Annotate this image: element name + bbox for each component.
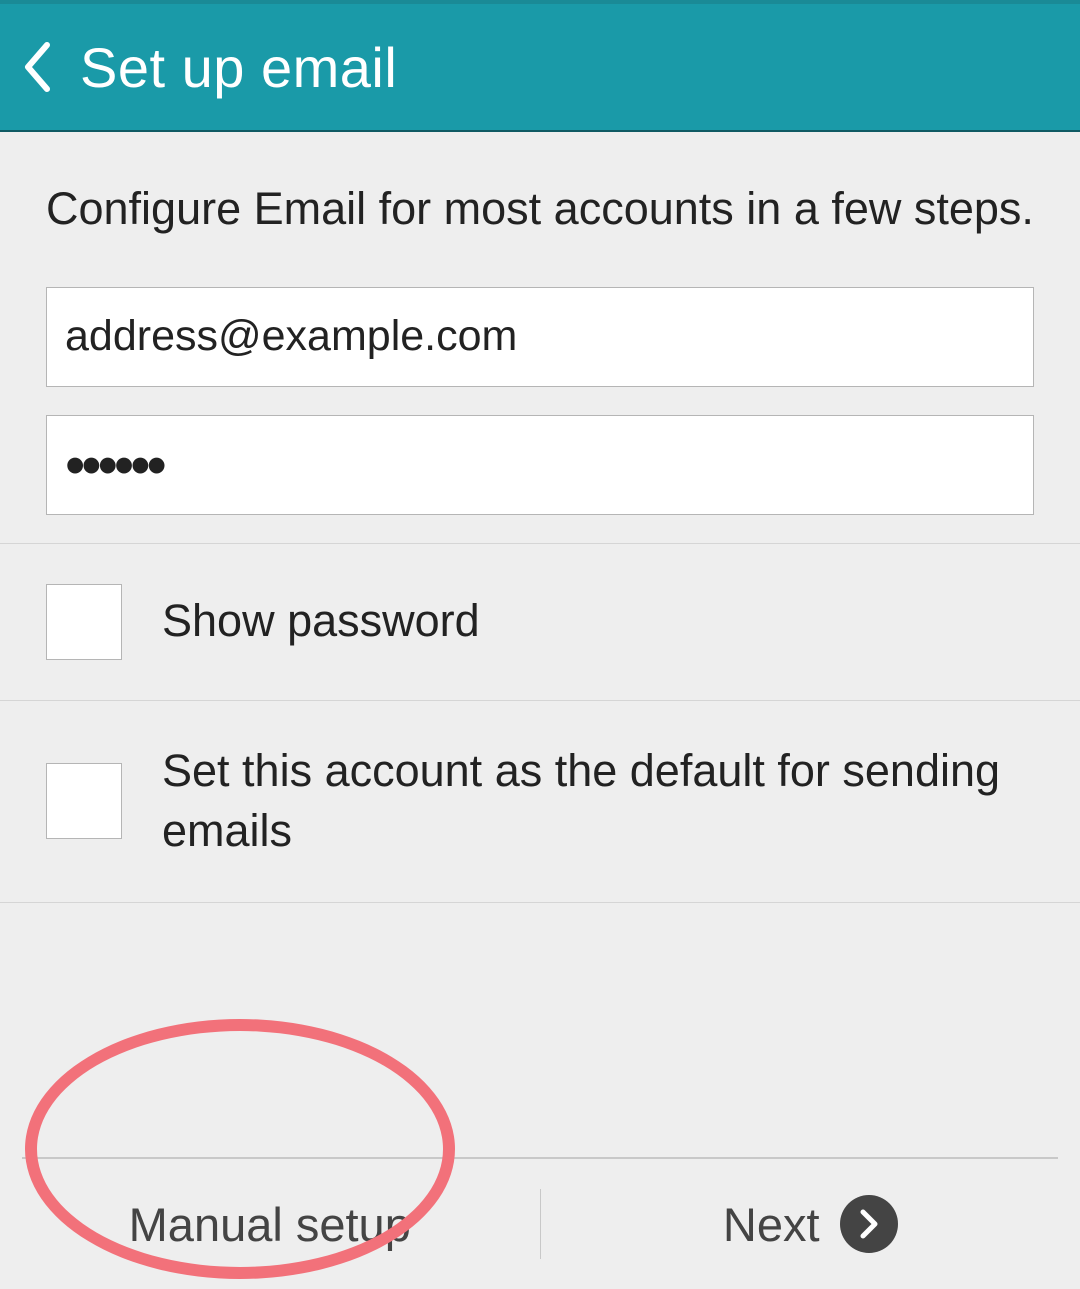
footer-row: Manual setup Next <box>0 1159 1080 1289</box>
next-button[interactable]: Next <box>541 1159 1080 1289</box>
default-account-checkbox[interactable] <box>46 763 122 839</box>
instruction-text: Configure Email for most accounts in a f… <box>0 132 1080 269</box>
next-label: Next <box>723 1197 820 1252</box>
password-field[interactable]: •••••• <box>46 415 1034 515</box>
show-password-label: Show password <box>162 591 480 652</box>
back-icon[interactable] <box>22 41 52 93</box>
manual-setup-button[interactable]: Manual setup <box>0 1159 540 1289</box>
show-password-checkbox[interactable] <box>46 584 122 660</box>
app-header: Set up email <box>0 4 1080 132</box>
chevron-right-icon <box>840 1195 898 1253</box>
footer: Manual setup Next <box>0 1157 1080 1289</box>
page-title: Set up email <box>80 35 397 100</box>
input-fields: •••••• <box>0 269 1080 543</box>
content-area: Configure Email for most accounts in a f… <box>0 132 1080 903</box>
default-account-label: Set this account as the default for send… <box>162 741 1034 863</box>
default-account-row[interactable]: Set this account as the default for send… <box>0 700 1080 904</box>
manual-setup-label: Manual setup <box>129 1197 411 1252</box>
show-password-row[interactable]: Show password <box>0 543 1080 700</box>
email-field[interactable] <box>46 287 1034 387</box>
